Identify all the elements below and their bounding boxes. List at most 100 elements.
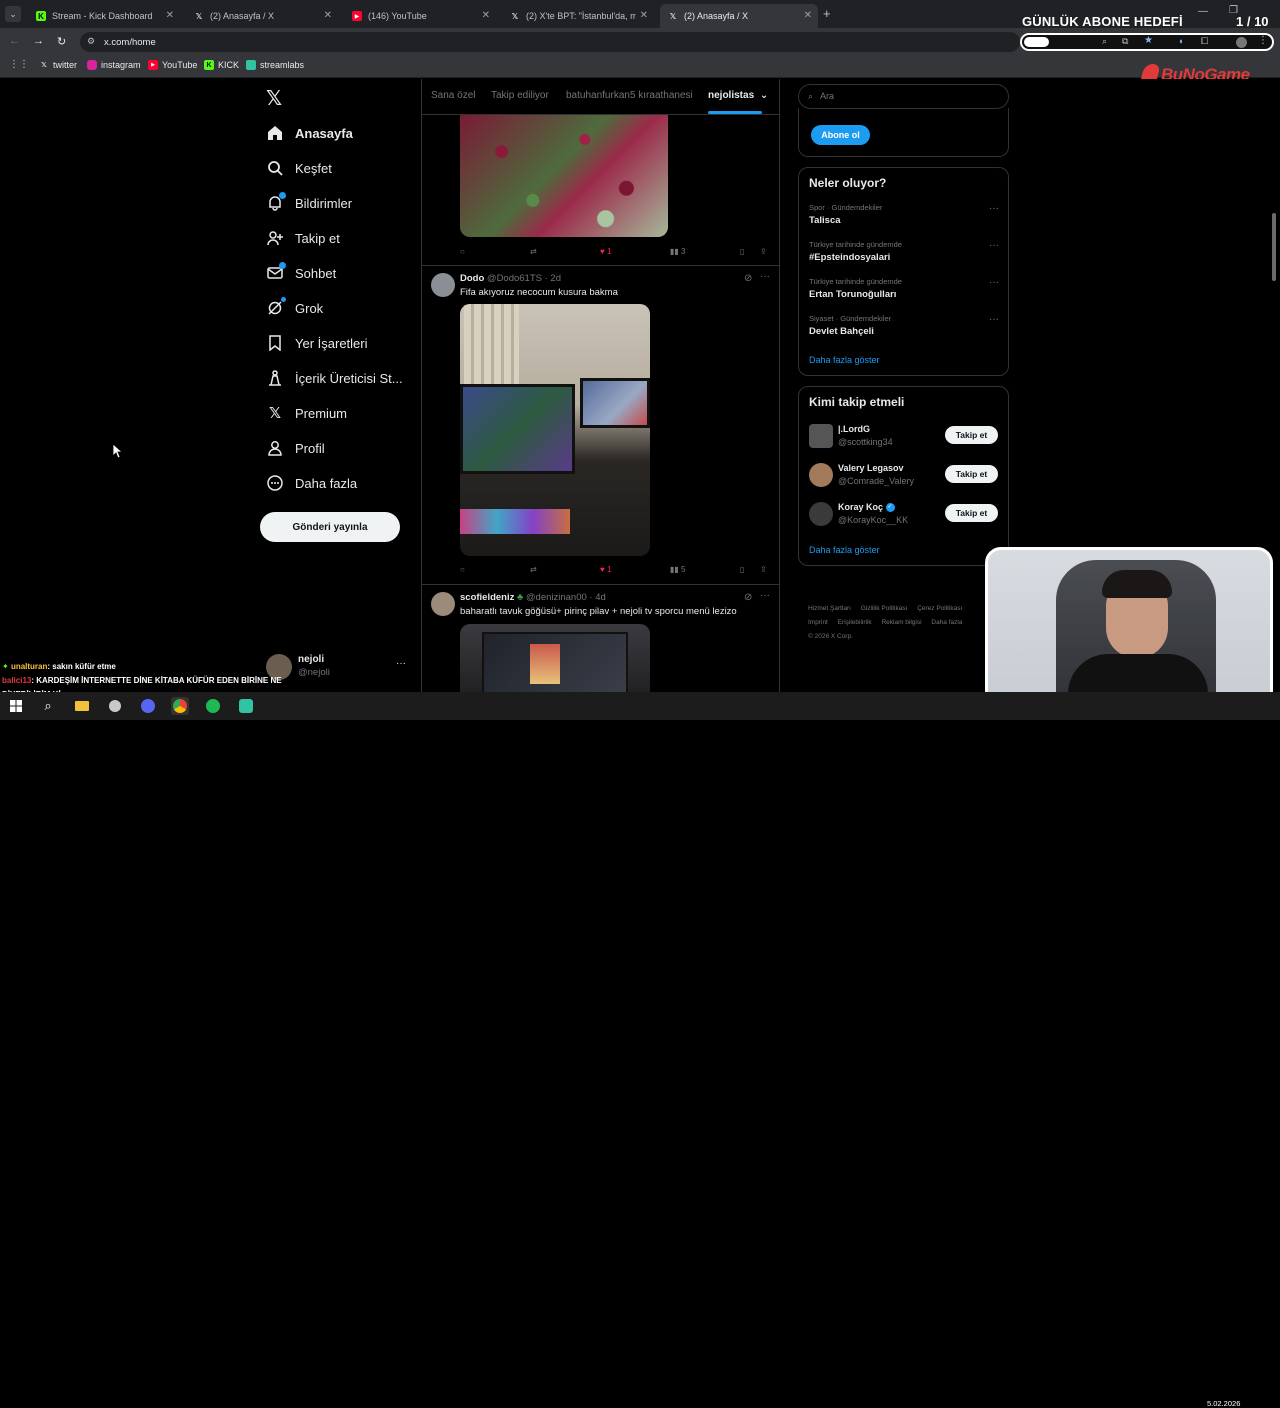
forward-arrow-icon[interactable]: → — [33, 35, 44, 47]
file-explorer-icon[interactable] — [73, 697, 91, 715]
browser-tab-active[interactable]: 𝕏 (2) Anasayfa / X ✕ — [660, 4, 818, 28]
post-image-gaming-setup[interactable] — [460, 304, 650, 556]
avatar[interactable] — [431, 273, 455, 297]
sidebar-item-more[interactable]: Daha fazla — [266, 474, 357, 492]
bookmark-youtube[interactable]: ▶ YouTube — [148, 60, 197, 70]
sidebar-item-chat[interactable]: Sohbet — [266, 262, 336, 282]
reply-icon[interactable]: ○ — [460, 565, 465, 574]
tab-for-you[interactable]: Sana özel — [431, 90, 475, 101]
apps-grid-icon[interactable]: ⋮⋮ — [9, 59, 29, 70]
follow-suggestion[interactable]: Koray Koç ✓ @KorayKoc__KK Takip et — [809, 500, 999, 528]
browser-tab[interactable]: 𝕏 (2) X'te BPT: "İstanbul'da, madd ✕ — [502, 4, 654, 28]
bookmark-icon[interactable]: ▯ — [740, 247, 744, 256]
close-tab-icon[interactable]: ✕ — [804, 10, 812, 21]
share-icon[interactable]: ⇪ — [760, 247, 767, 256]
more-dots-icon[interactable]: ··· — [760, 271, 770, 282]
trends-show-more-link[interactable]: Daha fazla göster — [809, 355, 880, 365]
follow-suggestion[interactable]: Valery Legasov @Comrade_Valery Takip et — [809, 461, 999, 489]
post-3[interactable]: scofieldeniz ♣ @denizinan00 · 4d ⊘ ··· b… — [422, 585, 779, 692]
browser-tab[interactable]: 𝕏 (2) Anasayfa / X ✕ — [186, 4, 338, 28]
profile-avatar-icon[interactable] — [1236, 37, 1247, 48]
close-tab-icon[interactable]: ✕ — [640, 10, 648, 21]
post-button[interactable]: Gönderi yayınla — [260, 512, 400, 542]
tab-list-nejolistas[interactable]: nejolistas ⌄ — [708, 90, 768, 101]
views-icon[interactable]: ▮▮ 5 — [670, 565, 685, 574]
sidebar-item-bookmarks[interactable]: Yer İşaretleri — [266, 334, 368, 352]
tab-following[interactable]: Takip ediliyor — [491, 90, 549, 101]
reply-icon[interactable]: ○ — [460, 247, 465, 256]
avatar[interactable] — [431, 592, 455, 616]
browser-tab[interactable]: ▶ (146) YouTube ✕ — [344, 4, 496, 28]
follow-button[interactable]: Takip et — [945, 504, 998, 522]
share-icon[interactable]: ⇪ — [760, 565, 767, 574]
zoom-icon[interactable]: ⌕ — [1102, 36, 1107, 47]
grok-icon[interactable]: ⊘ — [744, 273, 752, 284]
more-dots-icon[interactable]: ··· — [760, 590, 770, 601]
tab-list-chevron-icon[interactable]: ⌄ — [5, 6, 21, 22]
close-tab-icon[interactable]: ✕ — [166, 10, 174, 21]
page-scrollbar[interactable] — [1272, 213, 1276, 281]
window-minimize-icon[interactable]: — — [1198, 6, 1208, 17]
trend-item[interactable]: Spor · Gündemdekiler Talisca ··· — [809, 203, 999, 226]
extension-audio-icon[interactable]: ◖ — [1178, 36, 1183, 46]
x-logo-icon[interactable]: 𝕏 — [266, 86, 282, 111]
reload-icon[interactable]: ↻ — [57, 35, 66, 48]
subscribe-button[interactable]: Abone ol — [811, 125, 870, 145]
follow-button[interactable]: Takip et — [945, 465, 998, 483]
footer-link[interactable]: Erişilebilirlik — [838, 619, 872, 626]
sidebar-item-profile[interactable]: Profil — [266, 439, 325, 457]
trend-item[interactable]: Türkiye tarihinde gündemde Ertan Torunoğ… — [809, 277, 999, 300]
app-icon[interactable] — [106, 697, 124, 715]
browser-menu-icon[interactable]: ⋮ — [1258, 35, 1268, 46]
post-time[interactable]: · 2d — [545, 273, 561, 284]
more-dots-icon[interactable]: ··· — [989, 203, 999, 214]
url-field[interactable]: ⚙ x.com/home — [80, 32, 1020, 52]
close-tab-icon[interactable]: ✕ — [482, 10, 490, 21]
post-1[interactable]: ○ ⇄ ♥ 1 ▮▮ 3 ▯ ⇪ — [422, 115, 779, 265]
chrome-icon[interactable] — [171, 697, 189, 715]
close-tab-icon[interactable]: ✕ — [324, 10, 332, 21]
post-time[interactable]: · 4d — [589, 592, 605, 603]
grok-icon[interactable]: ⊘ — [744, 592, 752, 603]
bookmark-icon[interactable]: ▯ — [740, 565, 744, 574]
browser-tab[interactable]: K Stream - Kick Dashboard ✕ — [28, 4, 180, 28]
follow-suggestion[interactable]: |.LordG @scottking34 Takip et — [809, 422, 999, 450]
post-author[interactable]: Dodo — [460, 273, 484, 284]
repost-icon[interactable]: ⇄ — [530, 565, 537, 574]
back-arrow-icon[interactable]: ← — [9, 35, 20, 47]
sidebar-item-explore[interactable]: Keşfet — [266, 159, 332, 177]
post-2[interactable]: Dodo @Dodo61TS · 2d ⊘ ··· Fifa akıyoruz … — [422, 266, 779, 584]
views-icon[interactable]: ▮▮ 3 — [670, 247, 685, 256]
repost-icon[interactable]: ⇄ — [530, 247, 537, 256]
search-icon[interactable]: ⌕ — [39, 697, 57, 715]
sidebar-item-notifications[interactable]: Bildirimler — [266, 192, 352, 212]
more-dots-icon[interactable]: ··· — [989, 277, 999, 288]
spotify-icon[interactable] — [204, 697, 222, 715]
more-dots-icon[interactable]: ··· — [989, 240, 999, 251]
bookmark-twitter[interactable]: 𝕏 twitter — [39, 60, 77, 70]
follow-button[interactable]: Takip et — [945, 426, 998, 444]
footer-link[interactable]: Çerez Politikası — [917, 605, 962, 612]
more-dots-icon[interactable]: ··· — [989, 314, 999, 325]
trend-item[interactable]: Türkiye tarihinde gündemde #Epsteindosya… — [809, 240, 999, 263]
post-handle[interactable]: @Dodo61TS — [487, 273, 542, 284]
footer-link[interactable]: Reklam bilgisi — [881, 619, 921, 626]
sidebar-item-home[interactable]: Anasayfa — [266, 124, 353, 142]
footer-link[interactable]: Imprint — [808, 619, 828, 626]
who-show-more-link[interactable]: Daha fazla göster — [809, 545, 880, 555]
discord-icon[interactable] — [139, 697, 157, 715]
search-input[interactable]: ⌕ Ara — [798, 84, 1009, 109]
bookmark-kick[interactable]: K KICK — [204, 60, 239, 70]
footer-link[interactable]: Hizmet Şartları — [808, 605, 851, 612]
streamlabs-icon[interactable] — [237, 697, 255, 715]
sidebar-item-premium[interactable]: 𝕏 Premium — [266, 404, 347, 422]
more-dots-icon[interactable]: ··· — [396, 658, 406, 669]
sidebar-item-follow[interactable]: Takip et — [266, 229, 340, 247]
install-icon[interactable]: ⧉ — [1122, 36, 1128, 47]
post-handle[interactable]: @denizinan00 — [526, 592, 587, 603]
post-image-beets[interactable] — [460, 115, 668, 237]
tab-list-kiraathanesi[interactable]: batuhanfurkan5 kıraathanesi — [566, 90, 693, 101]
new-tab-button[interactable]: + — [823, 6, 831, 21]
extensions-puzzle-icon[interactable]: ⧠ — [1201, 36, 1208, 47]
post-author[interactable]: scofieldeniz — [460, 592, 514, 603]
